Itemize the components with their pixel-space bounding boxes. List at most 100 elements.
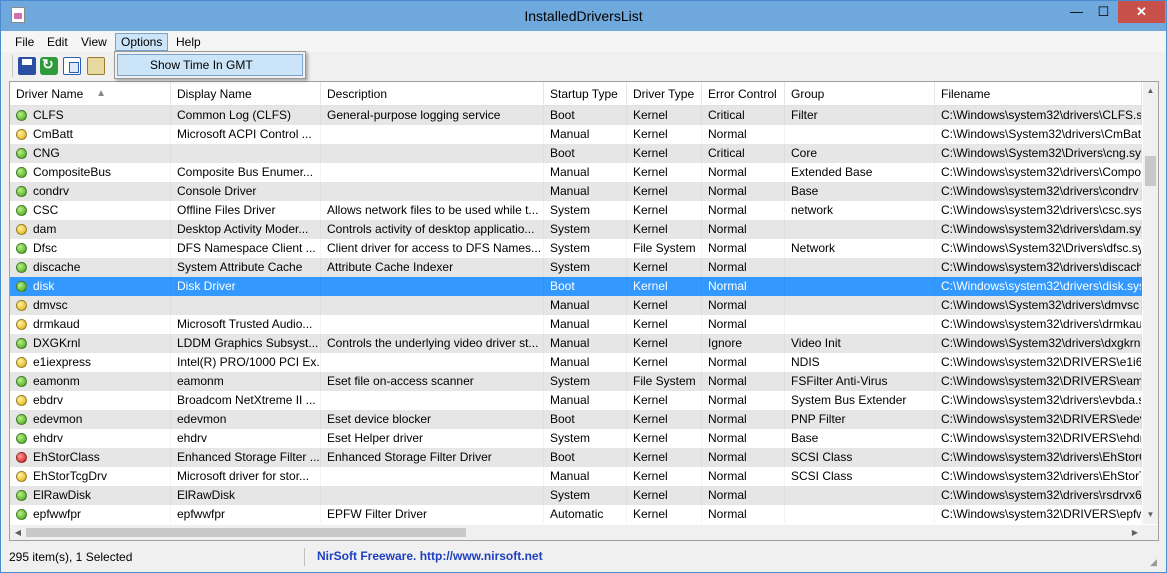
col-filename[interactable]: Filename	[935, 82, 1142, 106]
status-green-icon	[16, 490, 27, 501]
col-driver-type[interactable]: Driver Type	[627, 82, 702, 106]
maximize-button[interactable]: ☐	[1090, 1, 1117, 23]
table-row[interactable]: disk Disk Driver Boot Kernel Normal C:\Window…	[10, 277, 1142, 296]
cell-group: FSFilter Anti-Virus	[785, 372, 935, 391]
cell-startup-type: Manual	[544, 353, 627, 372]
scroll-right-icon[interactable]: ▶	[1128, 525, 1142, 540]
driver-name-text: ehdrv	[33, 431, 64, 445]
table-row[interactable]: e1iexpress Intel(R) PRO/1000 PCI Ex... Man…	[10, 353, 1142, 372]
cell-startup-type: Manual	[544, 467, 627, 486]
table-row[interactable]: ebdrv Broadcom NetXtreme II ... Manual Kern…	[10, 391, 1142, 410]
cell-startup-type: Automatic	[544, 505, 627, 524]
cell-display-name: Console Driver	[171, 182, 321, 201]
drivers-list[interactable]: Driver Name ▲ Display Name Description S…	[9, 81, 1159, 541]
nirsoft-link[interactable]: NirSoft Freeware. http://www.nirsoft.net	[317, 547, 543, 565]
cell-display-name: eamonm	[171, 372, 321, 391]
properties-icon[interactable]	[87, 57, 105, 75]
menu-options[interactable]: Options	[115, 33, 169, 51]
menu-help[interactable]: Help	[171, 33, 206, 51]
col-description[interactable]: Description	[321, 82, 544, 106]
table-row[interactable]: CLFS Common Log (CLFS) General-purpose log…	[10, 106, 1142, 125]
cell-display-name: edevmon	[171, 410, 321, 429]
cell-error-control: Normal	[702, 239, 785, 258]
table-row[interactable]: drmkaud Microsoft Trusted Audio... Manual K…	[10, 315, 1142, 334]
cell-driver-name: discache	[10, 258, 171, 277]
scroll-left-icon[interactable]: ◀	[11, 525, 25, 540]
table-row[interactable]: dmvsc Manual Kernel Normal C:\Windows\System…	[10, 296, 1142, 315]
cell-driver-type: Kernel	[627, 296, 702, 315]
save-icon[interactable]	[18, 57, 36, 75]
col-group[interactable]: Group	[785, 82, 935, 106]
driver-name-text: disk	[33, 279, 55, 293]
table-row[interactable]: ehdrv ehdrv Eset Helper driver System Kernel…	[10, 429, 1142, 448]
cell-error-control: Normal	[702, 296, 785, 315]
cell-driver-type: File System	[627, 239, 702, 258]
menu-file[interactable]: File	[10, 33, 39, 51]
table-row[interactable]: discache System Attribute Cache Attribute …	[10, 258, 1142, 277]
cell-filename: C:\Windows\system32\drivers\drmkau	[935, 315, 1142, 334]
table-row[interactable]: Dfsc DFS Namespace Client ... Client drive…	[10, 239, 1142, 258]
cell-filename: C:\Windows\system32\drivers\rsdrvx6	[935, 486, 1142, 505]
cell-display-name: System Attribute Cache	[171, 258, 321, 277]
minimize-button[interactable]: —	[1063, 1, 1090, 23]
cell-startup-type: System	[544, 486, 627, 505]
table-row[interactable]: EhStorClass Enhanced Storage Filter ... En…	[10, 448, 1142, 467]
scroll-down-icon[interactable]: ▼	[1145, 508, 1156, 522]
cell-driver-type: Kernel	[627, 315, 702, 334]
cell-error-control: Normal	[702, 467, 785, 486]
status-count: 295 item(s), 1 Selected	[9, 548, 305, 566]
cell-error-control: Normal	[702, 372, 785, 391]
table-row[interactable]: epfwwfpr epfwwfpr EPFW Filter Driver Automa…	[10, 505, 1142, 524]
cell-startup-type: Boot	[544, 106, 627, 125]
cell-driver-name: dmvsc	[10, 296, 171, 315]
cell-filename: C:\Windows\system32\drivers\discach	[935, 258, 1142, 277]
cell-error-control: Normal	[702, 220, 785, 239]
cell-driver-type: Kernel	[627, 163, 702, 182]
title-bar[interactable]: InstalledDriversList — ☐ ✕	[1, 1, 1166, 31]
table-row[interactable]: ElRawDisk ElRawDisk System Kernel Normal C:\W…	[10, 486, 1142, 505]
driver-name-text: CNG	[33, 146, 60, 160]
table-row[interactable]: CSC Offline Files Driver Allows network fi…	[10, 201, 1142, 220]
cell-driver-name: CompositeBus	[10, 163, 171, 182]
table-row[interactable]: EhStorTcgDrv Microsoft driver for stor...…	[10, 467, 1142, 486]
col-error-control[interactable]: Error Control	[702, 82, 785, 106]
horizontal-scrollbar[interactable]: ◀ ▶	[10, 525, 1143, 540]
table-row[interactable]: CmBatt Microsoft ACPI Control ... Manual Ke…	[10, 125, 1142, 144]
cell-startup-type: Manual	[544, 125, 627, 144]
menu-edit[interactable]: Edit	[42, 33, 73, 51]
close-button[interactable]: ✕	[1118, 1, 1165, 23]
table-row[interactable]: condrv Console Driver Manual Kernel Normal Ba…	[10, 182, 1142, 201]
cell-description	[321, 125, 544, 144]
col-display-name[interactable]: Display Name	[171, 82, 321, 106]
table-row[interactable]: CNG Boot Kernel Critical Core C:\Windows\Syst…	[10, 144, 1142, 163]
vertical-scroll-thumb[interactable]	[1145, 156, 1156, 186]
col-driver-name-label: Driver Name	[16, 87, 84, 101]
table-row[interactable]: eamonm eamonm Eset file on-access scanner S…	[10, 372, 1142, 391]
status-yellow-icon	[16, 319, 27, 330]
table-row[interactable]: CompositeBus Composite Bus Enumer... Manua…	[10, 163, 1142, 182]
menu-item-show-time-gmt[interactable]: Show Time In GMT	[117, 54, 303, 76]
table-row[interactable]: dam Desktop Activity Moder... Controls act…	[10, 220, 1142, 239]
vertical-scrollbar[interactable]: ▲ ▼	[1143, 82, 1158, 524]
copy-icon[interactable]	[63, 57, 81, 75]
cell-filename: C:\Windows\system32\drivers\EhStorT	[935, 467, 1142, 486]
cell-filename: C:\Windows\system32\drivers\condrv	[935, 182, 1142, 201]
cell-driver-name: edevmon	[10, 410, 171, 429]
col-driver-name[interactable]: Driver Name ▲	[10, 82, 171, 106]
cell-filename: C:\Windows\system32\DRIVERS\ehdrv	[935, 429, 1142, 448]
refresh-icon[interactable]	[40, 56, 58, 75]
col-startup-type[interactable]: Startup Type	[544, 82, 627, 106]
cell-group	[785, 315, 935, 334]
cell-startup-type: Manual	[544, 182, 627, 201]
table-row[interactable]: DXGKrnl LDDM Graphics Subsyst... Controls …	[10, 334, 1142, 353]
resize-grip-icon[interactable]: ◢	[1150, 557, 1160, 567]
horizontal-scroll-thumb[interactable]	[26, 528, 466, 537]
cell-description	[321, 182, 544, 201]
cell-description: Eset Helper driver	[321, 429, 544, 448]
table-row[interactable]: edevmon edevmon Eset device blocker Boot Ker…	[10, 410, 1142, 429]
cell-filename: C:\Windows\system32\drivers\disk.sys	[935, 277, 1142, 296]
cell-error-control: Normal	[702, 201, 785, 220]
menu-view[interactable]: View	[76, 33, 112, 51]
scroll-up-icon[interactable]: ▲	[1145, 84, 1156, 98]
cell-startup-type: Manual	[544, 334, 627, 353]
